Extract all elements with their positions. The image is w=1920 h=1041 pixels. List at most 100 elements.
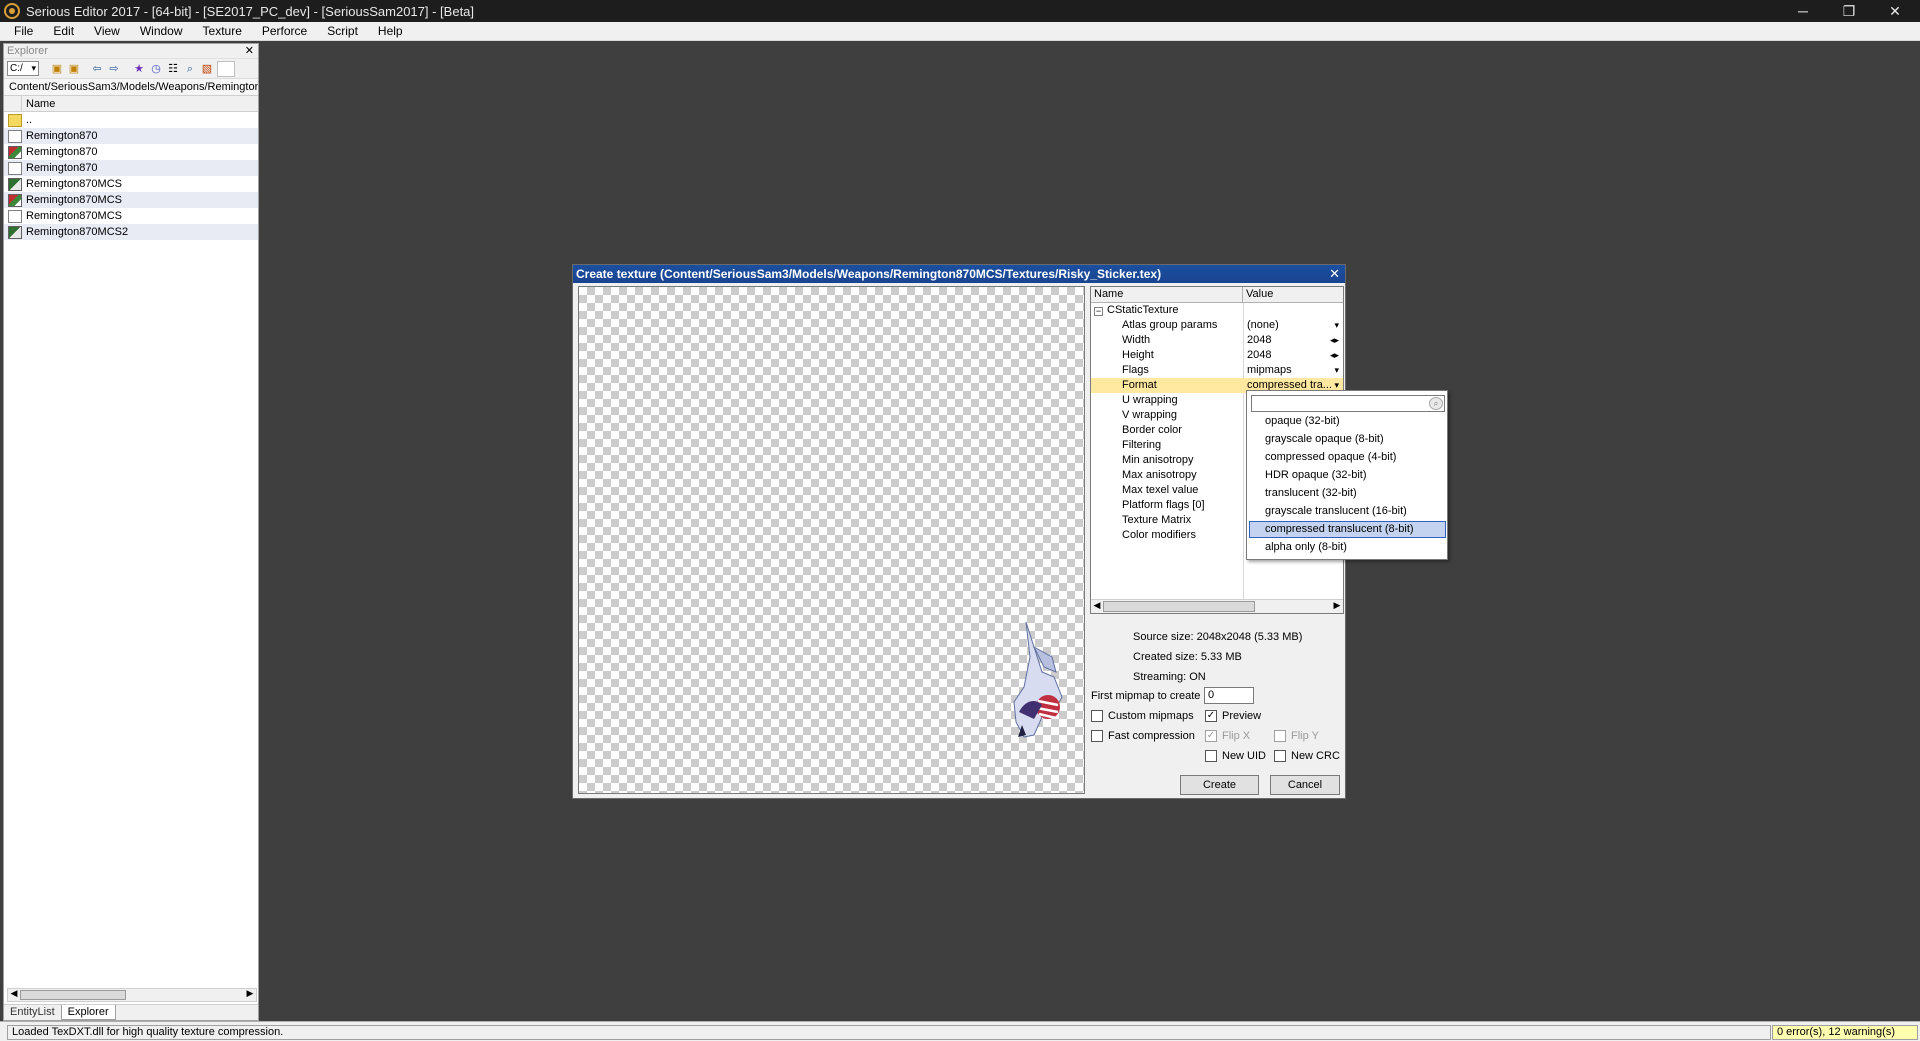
property-row-height[interactable]: Height 2048 ◂▸	[1091, 348, 1343, 363]
folder-icon	[8, 113, 22, 127]
path-bar[interactable]: Content/SeriousSam3/Models/Weapons/Remin…	[4, 79, 258, 96]
scroll-left-icon[interactable]: ◀	[1091, 600, 1103, 611]
back-arrow-icon[interactable]: ⇦	[90, 62, 104, 76]
file-row[interactable]: Remington870MCS2	[4, 224, 258, 240]
file-row[interactable]: Remington870MCS	[4, 192, 258, 208]
menu-file[interactable]: File	[0, 24, 41, 38]
collapse-icon[interactable]: −	[1094, 307, 1103, 316]
status-message: Loaded TexDXT.dll for high quality textu…	[7, 1025, 1771, 1040]
explorer-panel: Explorer ✕ C:/ ▣ ▣ ⇦ ⇨ ★ ◷ ☷ ⌕ ▧ Content…	[3, 43, 259, 1021]
scrollbar-thumb[interactable]	[20, 990, 126, 1000]
filter-icon[interactable]: ▧	[200, 62, 214, 76]
explorer-title: Explorer	[7, 45, 48, 57]
file-row[interactable]: ..	[4, 112, 258, 128]
file-list-header: Name	[4, 96, 258, 112]
file-row[interactable]: Remington870	[4, 160, 258, 176]
minimize-button[interactable]: ─	[1780, 0, 1826, 22]
menu-perforce[interactable]: Perforce	[250, 24, 315, 38]
new-folder-icon[interactable]: ▣	[50, 62, 64, 76]
new-crc-checkbox[interactable]: New CRC	[1274, 750, 1340, 762]
format-option[interactable]: HDR opaque (32-bit)	[1249, 467, 1446, 484]
scroll-right-icon[interactable]: ▶	[244, 988, 256, 999]
document-icon	[8, 161, 22, 175]
checkmark-icon: ✓	[1205, 710, 1217, 722]
new-uid-checkbox[interactable]: New UID	[1205, 750, 1266, 762]
format-dropdown-list: ⌕ opaque (32-bit) grayscale opaque (8-bi…	[1246, 390, 1448, 560]
menu-texture[interactable]: Texture	[191, 24, 250, 38]
tab-explorer[interactable]: Explorer	[60, 1005, 116, 1020]
format-option[interactable]: compressed opaque (4-bit)	[1249, 449, 1446, 466]
tab-entitylist[interactable]: EntityList	[4, 1005, 61, 1020]
spinner-icon[interactable]: ◂▸	[1330, 348, 1339, 363]
warnings-counter[interactable]: 0 error(s), 12 warning(s)	[1772, 1025, 1918, 1040]
preview-checkbox[interactable]: ✓ Preview	[1205, 710, 1261, 722]
folder-up-icon[interactable]: ▣	[67, 62, 81, 76]
search-icon[interactable]: ⌕	[183, 62, 197, 76]
list-view-icon[interactable]: ☷	[166, 62, 180, 76]
app-logo-icon	[4, 3, 20, 19]
file-row[interactable]: Remington870	[4, 144, 258, 160]
explorer-horizontal-scrollbar[interactable]: ◀ ▶	[7, 988, 257, 1002]
title-bar: Serious Editor 2017 - [64-bit] - [SE2017…	[0, 0, 1920, 22]
drive-select[interactable]: C:/	[7, 61, 39, 76]
texture-icon	[8, 145, 22, 159]
first-mipmap-label: First mipmap to create	[1091, 690, 1201, 702]
dropdown-search-input[interactable]: ⌕	[1251, 395, 1445, 412]
close-window-button[interactable]: ✕	[1872, 0, 1918, 22]
dropdown-arrow-icon[interactable]: ▾	[1334, 318, 1339, 333]
property-row-flags[interactable]: Flags mipmaps ▾	[1091, 363, 1343, 378]
filter-input[interactable]	[217, 60, 235, 77]
property-group-cstatictexture[interactable]: − CStaticTexture	[1091, 303, 1343, 318]
close-explorer-button[interactable]: ✕	[245, 44, 254, 59]
history-clock-icon[interactable]: ◷	[149, 62, 163, 76]
custom-mipmaps-checkbox[interactable]: Custom mipmaps	[1091, 710, 1194, 722]
first-mipmap-input[interactable]: 0	[1204, 687, 1254, 704]
source-size-text: Source size: 2048x2048 (5.33 MB)	[1133, 631, 1303, 643]
restore-button[interactable]: ❐	[1826, 0, 1872, 22]
cancel-button[interactable]: Cancel	[1270, 775, 1340, 795]
column-name-header[interactable]: Name	[22, 98, 55, 110]
status-bar: Loaded TexDXT.dll for high quality textu…	[0, 1021, 1920, 1041]
close-dialog-button[interactable]: ✕	[1329, 265, 1340, 283]
dialog-title-bar: Create texture (Content/SeriousSam3/Mode…	[573, 265, 1345, 283]
format-option[interactable]: grayscale opaque (8-bit)	[1249, 431, 1446, 448]
format-option[interactable]: grayscale translucent (16-bit)	[1249, 503, 1446, 520]
file-row[interactable]: Remington870	[4, 128, 258, 144]
created-size-text: Created size: 5.33 MB	[1133, 651, 1242, 663]
property-row-atlas-group-params[interactable]: Atlas group params (none) ▾	[1091, 318, 1343, 333]
favorite-star-icon[interactable]: ★	[132, 62, 146, 76]
format-option-selected[interactable]: compressed translucent (8-bit)	[1249, 521, 1446, 538]
create-button[interactable]: Create	[1180, 775, 1259, 795]
menu-script[interactable]: Script	[315, 24, 366, 38]
create-texture-dialog: Create texture (Content/SeriousSam3/Mode…	[572, 264, 1346, 799]
menu-edit[interactable]: Edit	[41, 24, 82, 38]
scrollbar-thumb[interactable]	[1103, 601, 1255, 612]
file-name: Remington870MCS	[26, 178, 122, 190]
document-icon	[8, 129, 22, 143]
property-row-width[interactable]: Width 2048 ◂▸	[1091, 333, 1343, 348]
property-grid-horizontal-scrollbar[interactable]: ◀ ▶	[1091, 599, 1343, 613]
group-label: CStaticTexture	[1107, 304, 1179, 316]
scroll-right-icon[interactable]: ▶	[1331, 600, 1343, 611]
file-row[interactable]: Remington870MCS	[4, 208, 258, 224]
menu-window[interactable]: Window	[128, 24, 191, 38]
file-row[interactable]: Remington870MCS	[4, 176, 258, 192]
menu-view[interactable]: View	[82, 24, 128, 38]
scroll-left-icon[interactable]: ◀	[8, 988, 20, 999]
checkbox-box	[1274, 730, 1286, 742]
flip-x-checkbox[interactable]: ✓ Flip X	[1205, 730, 1250, 742]
format-option[interactable]: alpha only (8-bit)	[1249, 539, 1446, 556]
spinner-icon[interactable]: ◂▸	[1330, 333, 1339, 348]
format-option[interactable]: opaque (32-bit)	[1249, 413, 1446, 430]
forward-arrow-icon[interactable]: ⇨	[107, 62, 121, 76]
menu-help[interactable]: Help	[366, 24, 411, 38]
dropdown-arrow-icon[interactable]: ▾	[1334, 363, 1339, 378]
fast-compression-checkbox[interactable]: Fast compression	[1091, 730, 1195, 742]
search-icon[interactable]: ⌕	[1429, 397, 1443, 410]
format-option[interactable]: translucent (32-bit)	[1249, 485, 1446, 502]
file-name: Remington870	[26, 146, 98, 158]
explorer-toolbar: C:/ ▣ ▣ ⇦ ⇨ ★ ◷ ☷ ⌕ ▧	[4, 59, 258, 79]
property-grid-header: Name Value	[1091, 287, 1343, 303]
flip-y-checkbox[interactable]: Flip Y	[1274, 730, 1319, 742]
texture-preview	[578, 286, 1085, 794]
